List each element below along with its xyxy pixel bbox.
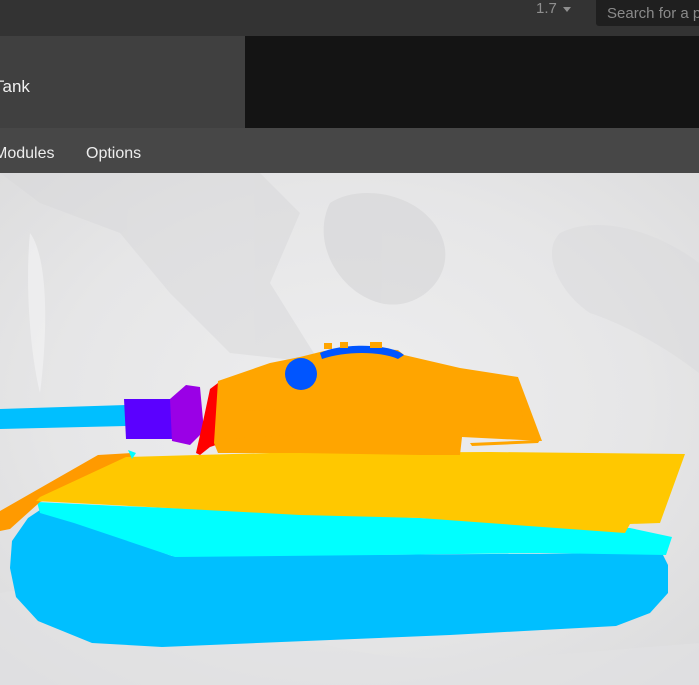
tab-options[interactable]: Options <box>86 128 141 173</box>
turret-cupola <box>285 358 317 390</box>
page-title: Tank <box>0 77 30 96</box>
top-bar: 1.7 <box>0 0 699 36</box>
gun-barrel <box>0 405 126 429</box>
tank-title-panel: Tank <box>0 36 245 128</box>
turret-roof-detail-1 <box>324 343 332 349</box>
search-input[interactable] <box>596 0 699 26</box>
chevron-down-icon <box>562 6 571 12</box>
version-label: 1.7 <box>536 0 557 17</box>
turret-side-panel-right <box>460 403 524 429</box>
tank-model <box>0 173 699 685</box>
turret-side-panel-left <box>224 409 296 439</box>
turret-roof-detail-2 <box>340 342 348 348</box>
turret-roof-detail-3 <box>370 342 382 348</box>
tank-3d-viewer[interactable] <box>0 173 699 685</box>
version-dropdown[interactable]: 1.7 <box>536 0 571 18</box>
turret-roof-detail-4 <box>276 364 281 368</box>
tab-modules[interactable]: Modules <box>0 128 54 173</box>
tab-bar: Modules Options <box>0 128 699 173</box>
header-dark-panel <box>245 36 699 128</box>
